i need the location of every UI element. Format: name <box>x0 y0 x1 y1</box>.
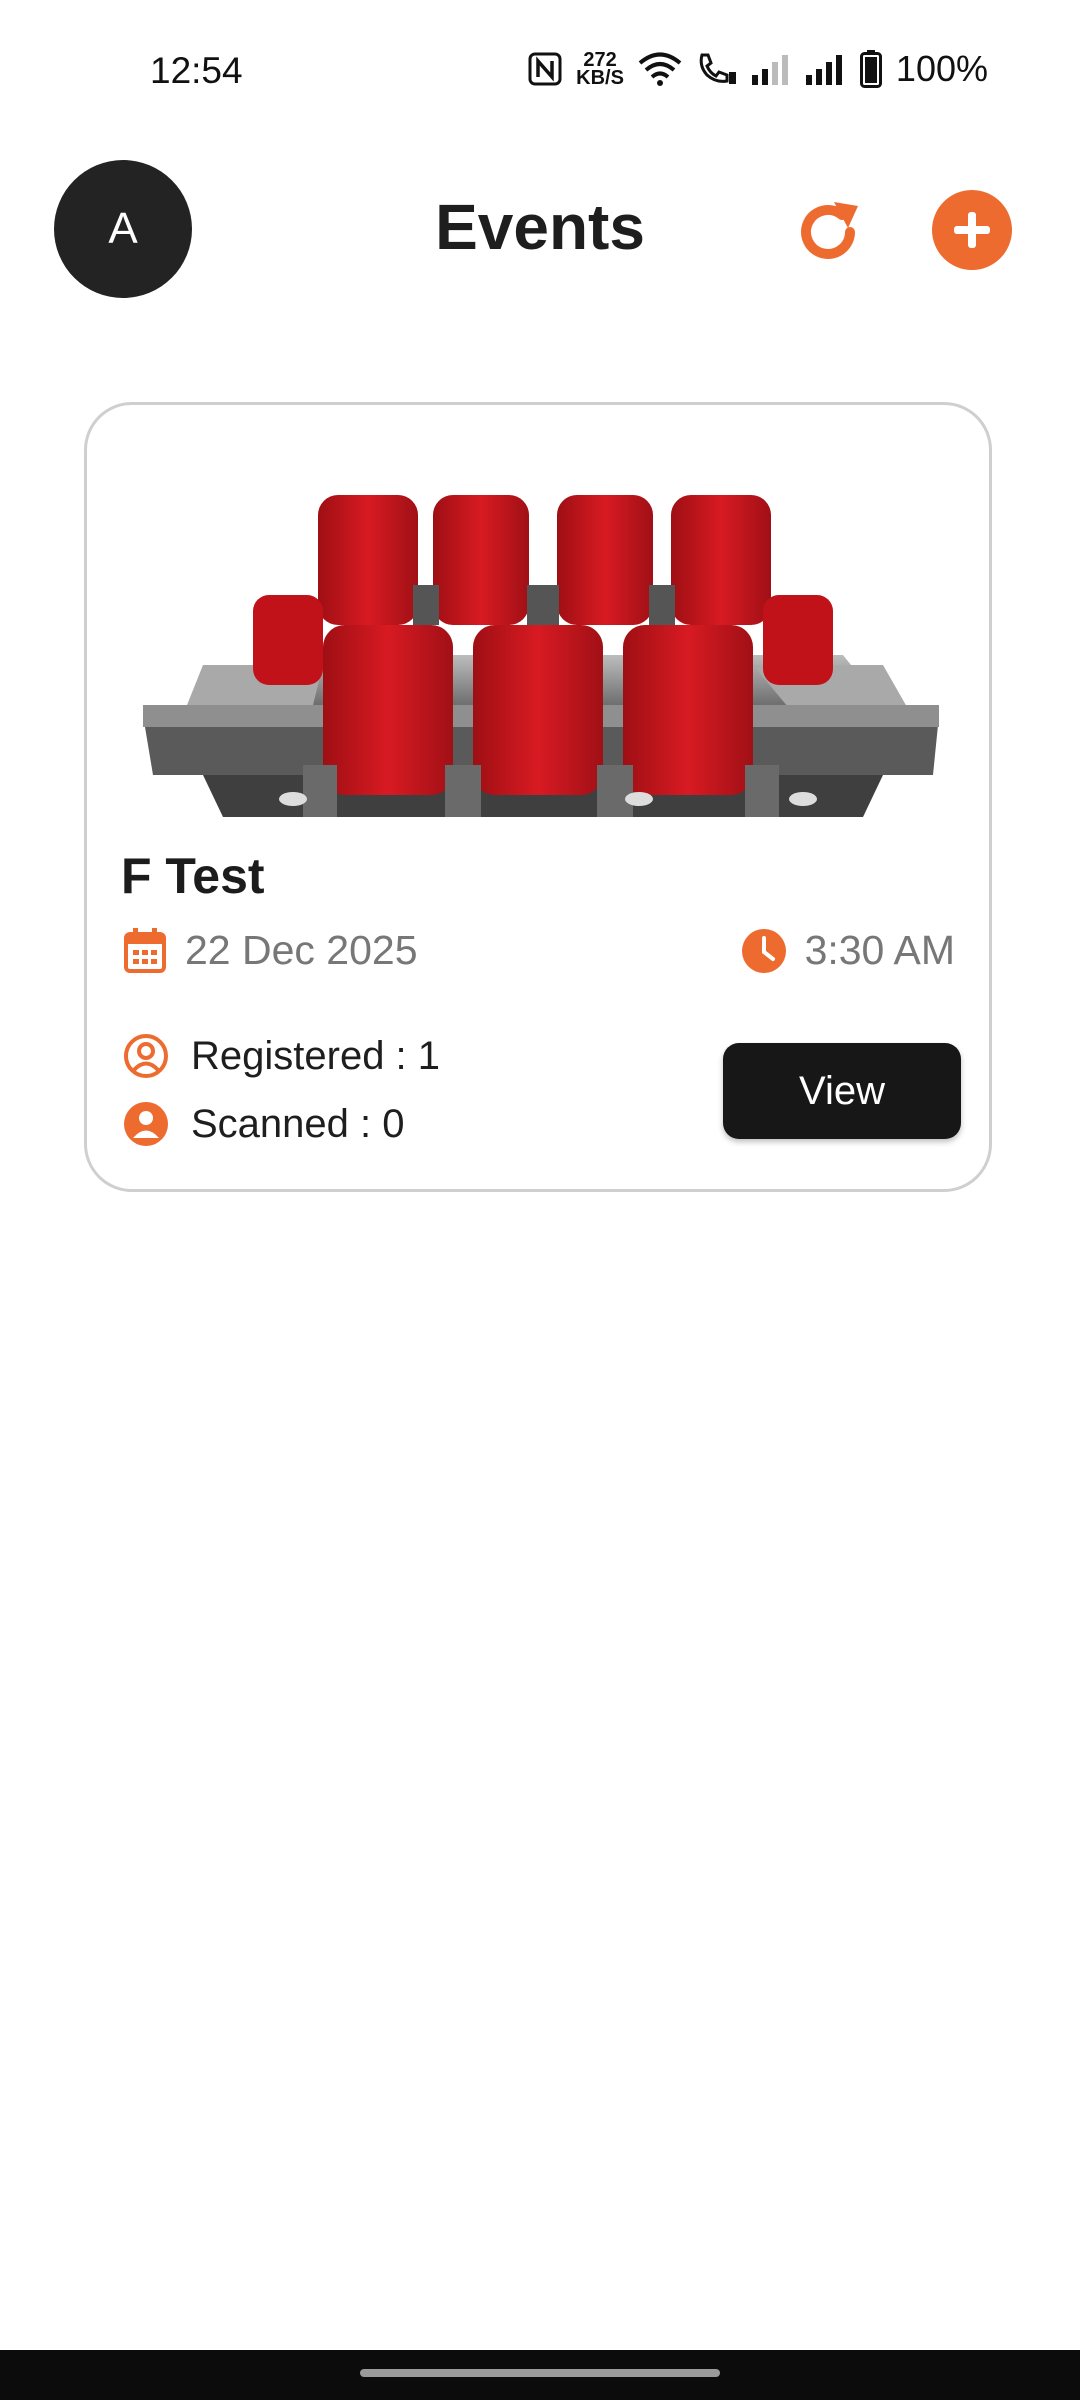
event-date-text: 22 Dec 2025 <box>185 927 418 973</box>
event-title: F Test <box>121 848 265 904</box>
net-speed: 272 KB/S <box>576 50 624 89</box>
user-circle-icon <box>124 1034 168 1078</box>
signal-icon-2 <box>805 53 846 85</box>
battery-icon <box>859 50 882 88</box>
calendar-icon <box>124 927 166 973</box>
nfc-icon <box>528 52 562 86</box>
refresh-icon <box>801 202 858 259</box>
event-date: 22 Dec 2025 <box>123 927 418 974</box>
event-time: 3:30 AM <box>741 927 955 974</box>
status-time: 12:54 <box>150 50 243 91</box>
registered-count: Registered : 1 <box>123 1033 440 1079</box>
signal-icon <box>751 53 792 85</box>
navigation-bar <box>0 2350 1080 2400</box>
clock-icon <box>741 928 786 973</box>
refresh-button[interactable] <box>790 194 866 270</box>
add-event-button[interactable] <box>932 190 1012 270</box>
event-card[interactable]: F Test 22 Dec 2025 3:30 AM Registered: … <box>84 402 992 1192</box>
net-speed-unit: KB/S <box>576 67 624 89</box>
app-header: A Events <box>0 160 1080 300</box>
registered-label: Registered : 1 <box>191 1033 441 1078</box>
plus-icon <box>954 212 990 248</box>
scanned-count: Scanned : 0 <box>123 1101 405 1147</box>
user-icon <box>124 1102 168 1146</box>
home-gesture-handle[interactable] <box>360 2369 720 2377</box>
event-time-text: 3:30 AM <box>804 927 955 973</box>
view-button[interactable]: View <box>723 1043 961 1139</box>
wifi-icon <box>638 52 682 86</box>
battery-percent: 100% <box>895 48 988 89</box>
page-title: Events <box>435 191 645 263</box>
cinema-seats-image <box>143 465 939 817</box>
status-bar: 12:54 272 KB/S 100% <box>0 0 1080 140</box>
call-icon <box>696 52 738 86</box>
scanned-label: Scanned : 0 <box>191 1101 405 1146</box>
status-icons: 272 KB/S 100% <box>528 48 988 90</box>
